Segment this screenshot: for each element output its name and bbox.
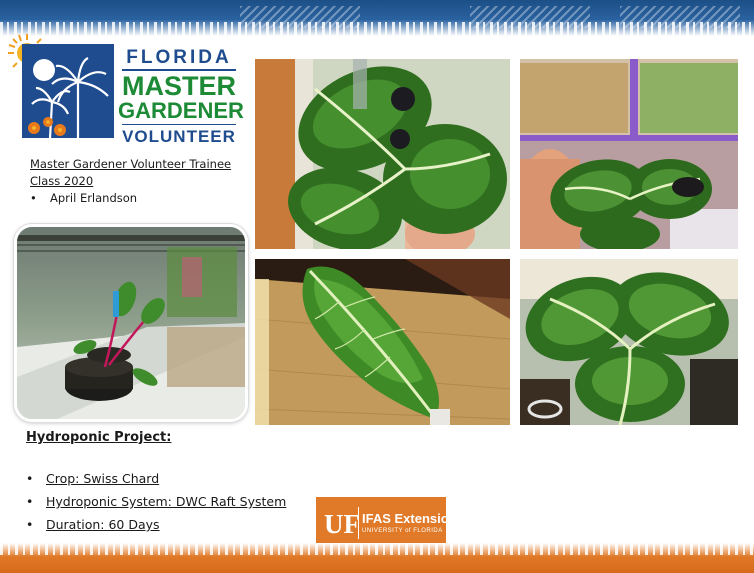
university-label: UNIVERSITY of FLORIDA <box>362 528 443 534</box>
bottom-grunge-band <box>0 543 754 573</box>
bullet: • <box>26 471 34 486</box>
palm-illustration <box>22 44 114 138</box>
logo-emblem <box>22 44 114 138</box>
ifas-extension-label: IFAS Extension <box>362 511 457 526</box>
list-item: • Hydroponic System: DWC Raft System <box>26 490 356 513</box>
logo-master: MASTER <box>122 70 236 101</box>
project-system: Hydroponic System: DWC Raft System <box>46 494 287 509</box>
bullet: • <box>30 191 37 205</box>
photo-chard-hand-top <box>255 59 510 249</box>
project-list: • Crop: Swiss Chard • Hydroponic System:… <box>26 467 356 536</box>
trainee-title: Master Gardener Volunteer Trainee <box>30 157 232 171</box>
logo-volunteer: VOLUNTEER <box>122 127 236 146</box>
bullet: • <box>26 517 34 532</box>
logo-divider <box>358 507 359 539</box>
project-duration: Duration: 60 Days <box>46 517 160 532</box>
list-item: • Crop: Swiss Chard <box>26 467 356 490</box>
logo-divider <box>122 123 236 125</box>
uf-ifas-logo: UF IFAS Extension UNIVERSITY of FLORIDA <box>316 497 457 549</box>
photo-chard-raft-closeup <box>520 259 738 425</box>
uf-mark: UF <box>324 509 360 539</box>
list-item: • Duration: 60 Days <box>26 513 356 536</box>
project-title: Hydroponic Project: <box>26 430 172 445</box>
trainee-name-row: • April Erlandson <box>30 190 235 207</box>
master-gardener-logo: FLORIDA MASTER GARDENER VOLUNTEER <box>8 32 244 145</box>
top-grunge-band <box>0 0 754 36</box>
trainee-name: April Erlandson <box>50 191 138 205</box>
band-texture <box>240 6 360 28</box>
logo-gardener: GARDENER <box>118 97 244 123</box>
bullet: • <box>26 494 34 509</box>
photo-chard-leaf-table <box>255 259 510 425</box>
band-texture <box>620 6 740 28</box>
logo-wordmark: FLORIDA MASTER GARDENER VOLUNTEER <box>118 44 244 145</box>
band-texture <box>470 6 590 28</box>
logo-florida: FLORIDA <box>126 47 232 68</box>
photo-chard-window <box>520 59 738 249</box>
trainee-class: Class 2020 <box>30 174 94 188</box>
photo-hydroponic-raft <box>14 224 248 422</box>
project-crop: Crop: Swiss Chard <box>46 471 160 486</box>
trainee-info: Master Gardener Volunteer Trainee Class … <box>30 156 235 207</box>
project-details: Hydroponic Project: • Crop: Swiss Chard … <box>26 430 356 536</box>
